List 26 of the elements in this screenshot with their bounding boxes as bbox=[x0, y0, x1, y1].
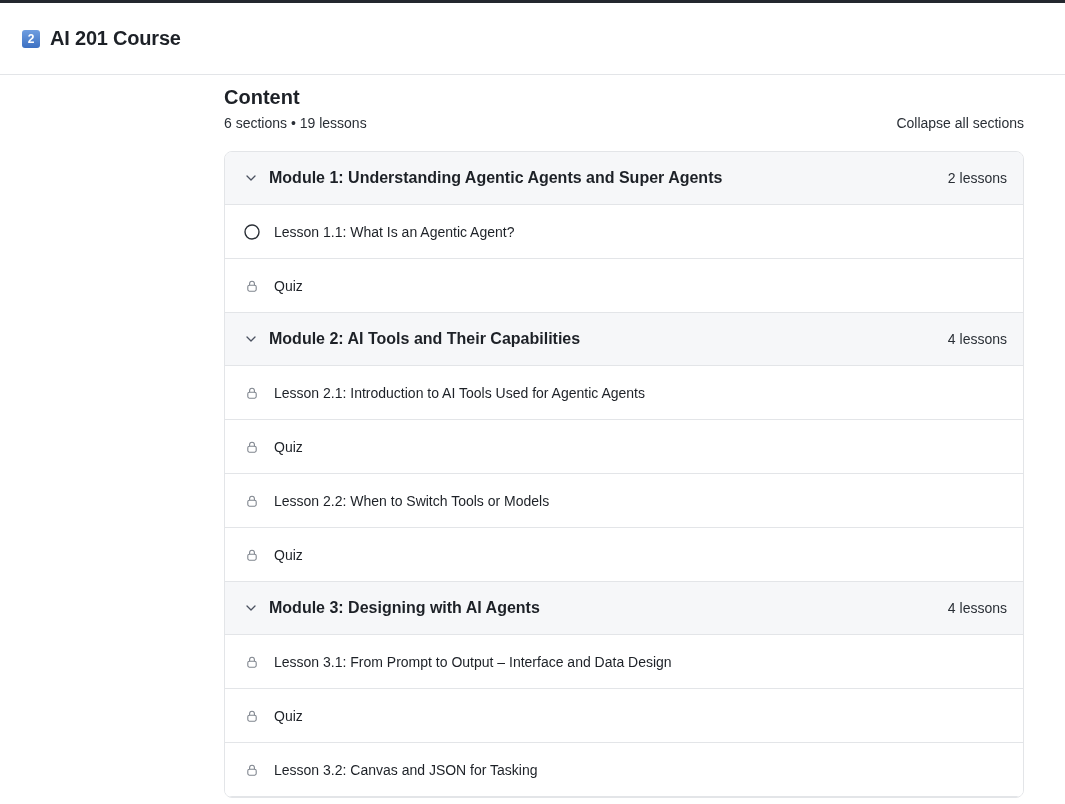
chevron-icon[interactable] bbox=[246, 336, 256, 342]
lesson-count: 2 lessons bbox=[947, 170, 1007, 186]
course-title: AI 201 Course bbox=[50, 27, 181, 50]
number-badge: 2 bbox=[22, 29, 40, 48]
lesson-title: Quiz bbox=[274, 277, 303, 294]
lesson-count: 4 lessons bbox=[947, 331, 1007, 347]
lesson-title: Quiz bbox=[274, 438, 303, 455]
module-title: Module 1: Understanding Agentic Agents and Super Agents bbox=[269, 169, 724, 187]
module-header[interactable]: Module 1: Understanding Agentic Agents and Super Agents 2 lessons bbox=[225, 152, 1023, 205]
collapse-all-link[interactable]: Collapse all sections bbox=[896, 115, 1024, 131]
lesson-title: Lesson 3.2: Canvas and JSON for Tasking bbox=[274, 761, 538, 778]
module-header[interactable]: Module 2: AI Tools and Their Capabilities 4 lessons bbox=[225, 313, 1023, 366]
chevron-icon[interactable] bbox=[246, 605, 256, 611]
module-title: Module 2: AI Tools and Their Capabilities bbox=[269, 330, 582, 348]
lesson-title: Lesson 3.1: From Prompt to Output – Interface and Data Design bbox=[274, 653, 672, 670]
lesson-title: Quiz bbox=[274, 546, 303, 563]
module-header[interactable]: Module 3: Designing with AI Agents 4 lessons bbox=[225, 582, 1023, 635]
content-heading: Content bbox=[224, 85, 301, 109]
lesson-title: Lesson 1.1: What Is an Agentic Agent? bbox=[274, 223, 515, 240]
lesson-title: Lesson 2.2: When to Switch Tools or Models bbox=[274, 492, 550, 509]
module-title: Module 3: Designing with AI Agents bbox=[269, 599, 541, 617]
lesson-count: 4 lessons bbox=[947, 600, 1007, 616]
lesson-title: Quiz bbox=[274, 707, 303, 724]
lesson-title: Lesson 2.1: Introduction to AI Tools Used for Agentic Agents bbox=[274, 384, 645, 401]
content-summary: 6 sections • 19 lessons bbox=[224, 115, 367, 131]
chevron-icon[interactable] bbox=[246, 175, 256, 181]
